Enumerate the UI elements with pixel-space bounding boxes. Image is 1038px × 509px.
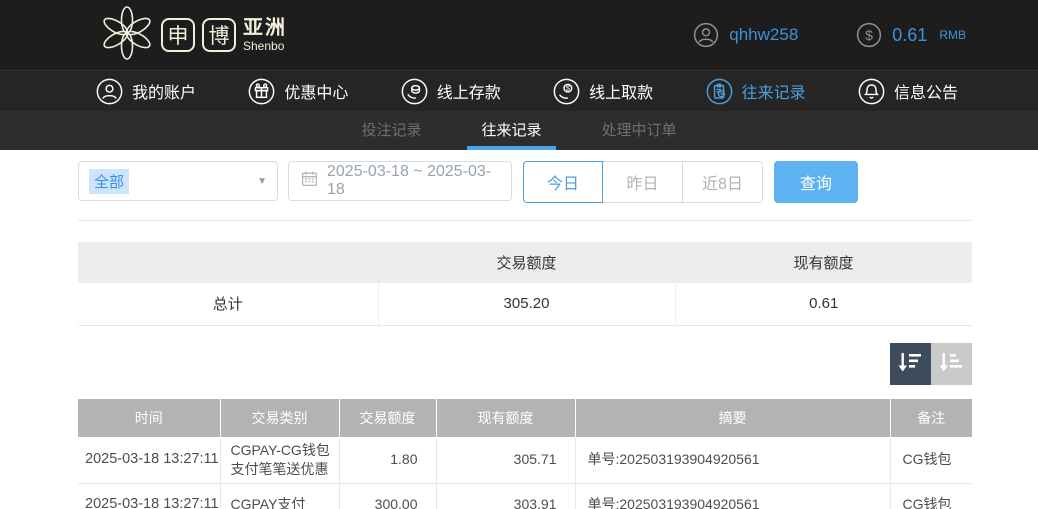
today-button[interactable]: 今日 — [523, 161, 603, 203]
svg-text:$: $ — [865, 27, 873, 43]
summary-transaction-total: 305.20 — [378, 283, 676, 326]
summary-header-empty — [78, 242, 378, 283]
tab-processing-orders[interactable]: 处理中订单 — [594, 111, 685, 150]
records-icon — [706, 78, 733, 105]
date-range-value: 2025-03-18 ~ 2025-03-18 — [327, 163, 492, 198]
sort-controls — [78, 342, 972, 385]
brand-logo[interactable]: 申 博 亚洲 Shenbo — [100, 5, 287, 65]
col-header-amount: 交易额度 — [339, 398, 437, 437]
section-divider — [78, 220, 972, 221]
sub-navigation: 投注记录 往来记录 处理中订单 — [0, 111, 1038, 150]
flower-logo-icon — [100, 5, 154, 65]
username[interactable]: qhhw258 — [729, 25, 798, 45]
col-header-balance: 现有额度 — [436, 398, 576, 437]
summary-total-label: 总计 — [78, 283, 379, 326]
quick-date-group: 今日 昨日 近8日 — [523, 161, 763, 203]
category-select-value: 全部 — [89, 168, 130, 194]
nav-item-withdraw[interactable]: $ 线上取款 — [553, 78, 653, 105]
svg-text:$: $ — [566, 83, 570, 92]
cell-summary: 单号:202503193904920561 — [575, 436, 891, 484]
table-row: 2025-03-18 13:27:11 CGPAY支付 300.00 303.9… — [78, 483, 972, 509]
main-navigation: 我的账户 优惠中心 线上存款 $ 线上取款 往来记录 信息公告 — [0, 70, 1038, 111]
yesterday-button[interactable]: 昨日 — [603, 161, 683, 203]
cell-note: CG钱包 — [890, 483, 972, 509]
balance-amount: 0.61 — [892, 24, 928, 45]
bell-icon — [858, 78, 885, 105]
col-header-note: 备注 — [890, 398, 972, 437]
col-header-summary: 摘要 — [575, 398, 891, 437]
cell-time: 2025-03-18 13:27:11 — [78, 436, 221, 484]
logo-wordmark: 亚洲 Shenbo — [243, 17, 287, 53]
calendar-icon — [301, 170, 318, 192]
table-row: 2025-03-18 13:27:11 CGPAY-CG钱包支付笔笔送优惠 1.… — [78, 436, 972, 484]
records-table: 时间 交易类别 交易额度 现有额度 摘要 备注 2025-03-18 13:27… — [78, 398, 972, 509]
nav-item-promotions[interactable]: 优惠中心 — [248, 78, 348, 105]
balance-currency: RMB — [939, 28, 966, 42]
deposit-icon — [401, 78, 428, 105]
main-content: 全部 ▼ 2025-03-18 ~ 2025-03-18 今日 昨日 近8日 查… — [0, 161, 1038, 509]
filter-row: 全部 ▼ 2025-03-18 ~ 2025-03-18 今日 昨日 近8日 查… — [78, 161, 972, 203]
cell-note: CG钱包 — [890, 436, 972, 484]
withdraw-icon: $ — [553, 78, 580, 105]
nav-item-transaction-records[interactable]: 往来记录 — [706, 78, 806, 105]
category-select[interactable]: 全部 ▼ — [78, 161, 278, 201]
last-8-days-button[interactable]: 近8日 — [683, 161, 763, 203]
logo-char-box: 申 — [161, 18, 195, 52]
cell-amount: 1.80 — [339, 436, 437, 484]
topbar: 申 博 亚洲 Shenbo qhhw258 $ 0.61 RMB — [0, 0, 1038, 70]
gift-icon — [248, 78, 275, 105]
summary-total-row: 总计 305.20 0.61 — [78, 283, 972, 326]
sort-ascending-icon — [939, 349, 965, 378]
nav-item-announcements[interactable]: 信息公告 — [858, 78, 958, 105]
cell-time: 2025-03-18 13:27:11 — [78, 483, 221, 509]
chevron-down-icon: ▼ — [257, 175, 267, 187]
summary-header-row: 交易额度 现有额度 — [78, 242, 972, 283]
tab-betting-records[interactable]: 投注记录 — [353, 111, 429, 150]
cell-balance: 303.91 — [436, 483, 576, 509]
records-header-row: 时间 交易类别 交易额度 现有额度 摘要 备注 — [78, 398, 972, 437]
cell-type: CGPAY支付 — [220, 483, 340, 509]
sort-descending-button[interactable] — [890, 342, 931, 385]
col-header-type: 交易类别 — [220, 398, 340, 437]
summary-balance-total: 0.61 — [675, 283, 972, 326]
user-avatar-icon — [693, 22, 719, 48]
cell-summary: 单号:202503193904920561 — [575, 483, 891, 509]
sort-descending-icon — [898, 349, 924, 378]
summary-header-balance: 现有额度 — [675, 242, 972, 283]
tab-transaction-records[interactable]: 往来记录 — [467, 111, 556, 150]
topbar-user-area: qhhw258 $ 0.61 RMB — [693, 22, 966, 48]
cell-amount: 300.00 — [339, 483, 437, 509]
nav-item-deposit[interactable]: 线上存款 — [401, 78, 501, 105]
logo-char-box: 博 — [202, 18, 236, 52]
nav-item-my-account[interactable]: 我的账户 — [96, 78, 196, 105]
date-range-input[interactable]: 2025-03-18 ~ 2025-03-18 — [288, 161, 512, 201]
sort-ascending-button[interactable] — [931, 342, 972, 385]
summary-header-transaction: 交易额度 — [378, 242, 675, 283]
query-button[interactable]: 查询 — [774, 161, 858, 203]
dollar-icon: $ — [856, 22, 882, 48]
cell-balance: 305.71 — [436, 436, 576, 484]
cell-type: CGPAY-CG钱包支付笔笔送优惠 — [220, 436, 340, 484]
summary-table: 交易额度 现有额度 总计 305.20 0.61 — [78, 242, 972, 326]
col-header-time: 时间 — [78, 398, 221, 437]
user-icon — [96, 78, 123, 105]
